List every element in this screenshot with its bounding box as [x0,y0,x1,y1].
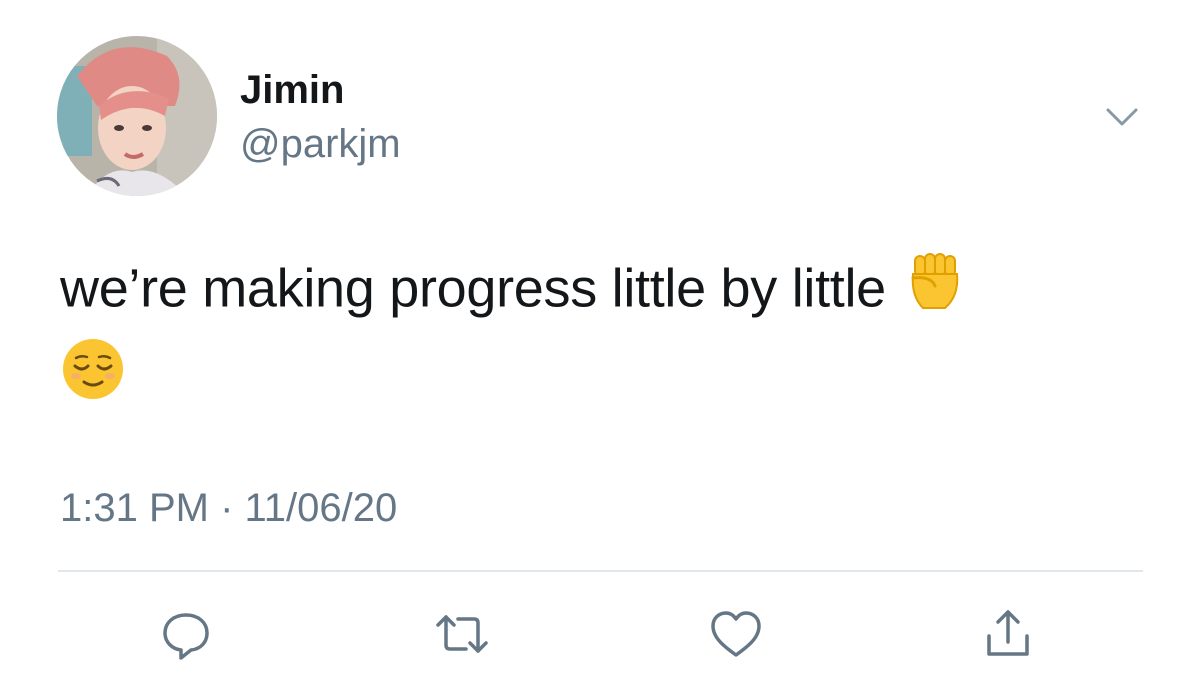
share-button[interactable] [978,604,1038,664]
tweet-timestamp[interactable]: 1:31 PM · 11/06/20 [60,484,397,532]
avatar[interactable] [57,36,217,196]
tweet-menu-button[interactable] [1100,100,1144,130]
heart-icon [711,611,761,657]
tweet-text-content: we’re making progress little by little [60,258,901,319]
avatar-image [57,36,217,196]
like-button[interactable] [706,604,766,664]
reply-icon [163,613,209,660]
divider [58,570,1143,572]
retweet-icon [436,615,488,653]
relieved-face-emoji [60,336,126,424]
user-handle[interactable]: @parkjm [240,120,401,168]
reply-button[interactable] [156,604,216,664]
retweet-button[interactable] [432,604,492,664]
raised-fist-emoji [901,248,967,336]
display-name[interactable]: Jimin [240,66,344,114]
tweet-text: we’re making progress little by little [60,248,1150,424]
share-icon [987,610,1029,656]
chevron-down-icon [1106,108,1138,126]
